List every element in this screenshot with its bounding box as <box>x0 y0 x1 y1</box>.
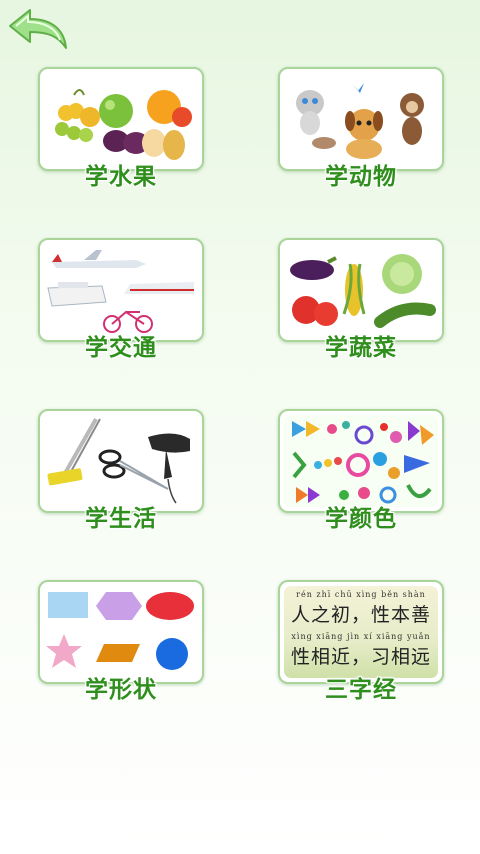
colors-picture <box>284 415 438 507</box>
shapes-picture <box>44 586 198 678</box>
poem-pinyin-line-2: xìng xiāng jìn xí xiāng yuǎn <box>291 632 431 641</box>
poem-pinyin-line-1: rén zhī chū xìng běn shàn <box>296 590 426 599</box>
tile-label: 学蔬菜 <box>325 335 397 361</box>
back-arrow-icon <box>9 9 67 49</box>
back-button[interactable] <box>6 6 70 52</box>
poem-line-2: 性相近，习相远 <box>290 646 431 668</box>
tile-daily-life[interactable]: 学生活 <box>38 409 204 532</box>
tile-three-character-classic[interactable]: rén zhī chū xìng běn shàn 人之初，性本善 xìng x… <box>278 580 444 703</box>
tile-vehicles[interactable]: 学交通 <box>38 238 204 361</box>
daily-items-picture <box>44 415 198 507</box>
animals-picture <box>284 73 438 165</box>
tile-label: 三字经 <box>325 677 397 703</box>
vegetables-picture <box>284 244 438 336</box>
tile-label: 学动物 <box>325 164 397 190</box>
tile-fruits[interactable]: 学水果 <box>38 67 204 190</box>
tile-label: 学水果 <box>85 164 157 190</box>
tile-animals[interactable]: 学动物 <box>278 67 444 190</box>
poem-line-1: 人之初，性本善 <box>290 604 431 626</box>
tile-label: 学生活 <box>85 506 157 532</box>
three-character-classic-picture: rén zhī chū xìng běn shàn 人之初，性本善 xìng x… <box>284 586 438 678</box>
tile-vegetables[interactable]: 学蔬菜 <box>278 238 444 361</box>
tile-label: 学形状 <box>85 677 157 703</box>
tile-label: 学交通 <box>85 335 157 361</box>
tile-label: 学颜色 <box>325 506 397 532</box>
fruits-picture <box>44 73 198 165</box>
vehicles-picture <box>44 244 198 336</box>
tile-colors[interactable]: 学颜色 <box>278 409 444 532</box>
tile-shapes[interactable]: 学形状 <box>38 580 204 703</box>
